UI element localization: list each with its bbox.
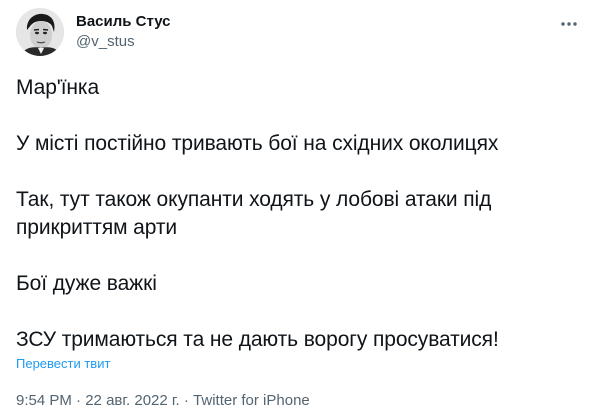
avatar[interactable] <box>16 8 64 56</box>
portrait-avatar-icon <box>16 8 64 56</box>
more-horizontal-icon <box>561 22 577 26</box>
tweet-paragraph: У місті постійно тривають бої на східних… <box>16 132 499 155</box>
translate-tweet-link[interactable]: Перевести твит <box>16 356 110 372</box>
tweet-paragraph: ЗСУ тримаються та не дають ворогу просув… <box>16 328 499 351</box>
tweet-paragraph: Бої дуже важкі <box>16 272 157 295</box>
handle[interactable]: @v_stus <box>76 32 135 52</box>
tweet-time[interactable]: 9:54 PM <box>16 392 72 409</box>
more-options-button[interactable] <box>557 12 581 36</box>
tweet-paragraph: Так, тут також окупанти ходять у лобові … <box>16 188 492 239</box>
meta-separator: · <box>179 392 194 409</box>
tweet-paragraph: Мар'їнка <box>16 76 100 99</box>
tweet-card: Василь Стус @v_stus Мар'їнка У місті пос… <box>0 0 593 411</box>
tweet-meta: 9:54 PM · 22 авг. 2022 г. · Twitter for … <box>16 391 310 411</box>
meta-separator: · <box>71 392 86 409</box>
tweet-text: Мар'їнка У місті постійно тривають бої н… <box>16 74 576 354</box>
display-name[interactable]: Василь Стус <box>76 12 171 32</box>
tweet-source[interactable]: Twitter for iPhone <box>193 392 310 409</box>
tweet-date[interactable]: 22 авг. 2022 г. <box>85 392 179 409</box>
